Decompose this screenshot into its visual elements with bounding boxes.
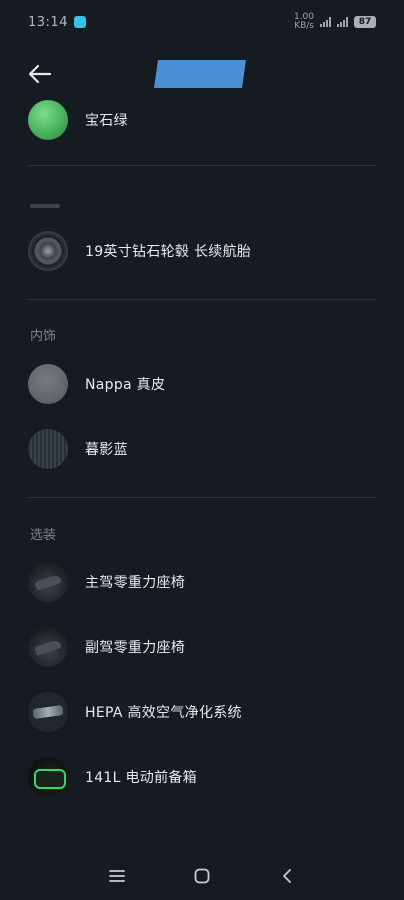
trim-swatch-icon [28, 429, 68, 469]
seat-thumbnail-icon [28, 627, 68, 667]
menu-icon [109, 870, 125, 882]
redacted-title [154, 60, 246, 88]
section-title-interior: 内饰 [30, 329, 57, 344]
list-item-hepa[interactable]: HEPA 高效空气净化系统 [28, 690, 376, 734]
divider [28, 165, 376, 166]
signal-icon [320, 17, 331, 27]
list-item-label: HEPA 高效空气净化系统 [85, 705, 242, 721]
divider [28, 497, 376, 498]
air-filter-thumbnail-icon [28, 692, 68, 732]
list-item-nappa[interactable]: Nappa 真皮 [28, 362, 376, 406]
list-item-trim[interactable]: 暮影蓝 [28, 427, 376, 471]
signal-icon-2 [337, 17, 348, 27]
back-button[interactable] [24, 60, 56, 88]
list-item-passenger-seat[interactable]: 副驾零重力座椅 [28, 625, 376, 669]
list-item-wheels[interactable]: 19英寸钻石轮毂 长续航胎 [28, 229, 376, 273]
menu-button[interactable] [102, 861, 132, 891]
list-item-label: 宝石绿 [85, 113, 128, 129]
list-item-label: 141L 电动前备箱 [85, 770, 197, 786]
arrow-left-icon [28, 64, 52, 84]
status-left: 13:14 [28, 15, 86, 30]
wheel-thumbnail-icon [28, 231, 68, 271]
seat-thumbnail-icon [28, 562, 68, 602]
divider [28, 299, 376, 300]
status-bar: 13:14 1.00 KB/s 87 [0, 0, 404, 44]
status-time: 13:14 [28, 14, 68, 30]
list-item-label: 19英寸钻石轮毂 长续航胎 [85, 244, 252, 260]
frunk-thumbnail-icon [28, 757, 68, 797]
list-item-label: 暮影蓝 [85, 442, 128, 458]
home-button[interactable] [187, 861, 217, 891]
header [0, 52, 404, 96]
leather-swatch-icon [28, 364, 68, 404]
section-title-options: 选装 [30, 528, 57, 543]
list-item-gem-green[interactable]: 宝石绿 [28, 98, 376, 142]
list-item-driver-seat[interactable]: 主驾零重力座椅 [28, 560, 376, 604]
section-title-blurred [30, 204, 60, 208]
app-notification-icon [73, 16, 86, 28]
battery-icon: 87 [354, 16, 376, 28]
home-icon [194, 868, 210, 884]
color-swatch-green-icon [28, 100, 68, 140]
status-right: 1.00 KB/s 87 [294, 13, 376, 31]
list-item-label: Nappa 真皮 [85, 377, 166, 393]
list-item-frunk[interactable]: 141L 电动前备箱 [28, 755, 376, 799]
list-item-label: 副驾零重力座椅 [85, 640, 186, 656]
system-back-button[interactable] [272, 861, 302, 891]
back-chevron-icon [283, 869, 291, 883]
network-speed: 1.00 KB/s [293, 12, 314, 31]
system-nav-bar [0, 852, 404, 900]
list-item-label: 主驾零重力座椅 [85, 575, 186, 591]
